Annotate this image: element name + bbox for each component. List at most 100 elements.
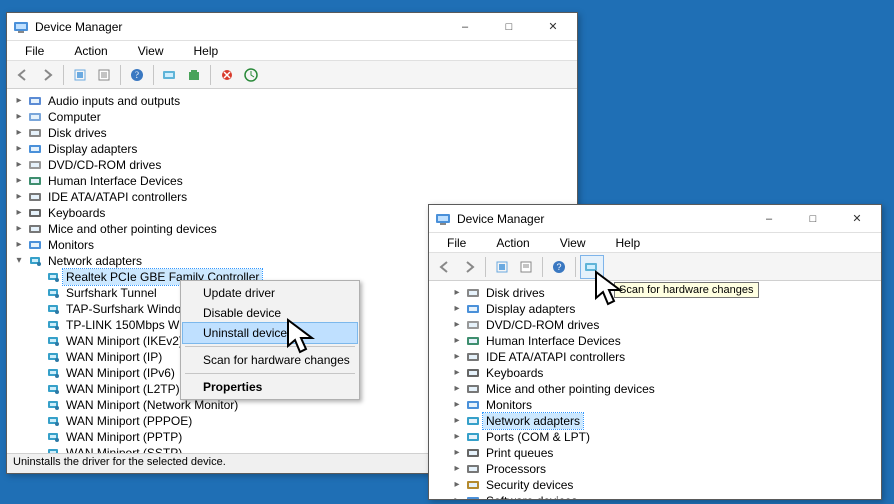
device-icon — [466, 414, 480, 428]
scan-hardware-button[interactable] — [158, 63, 182, 87]
tree-category[interactable]: ▸ Display adapters — [13, 141, 575, 157]
svg-text:?: ? — [135, 70, 139, 80]
menu-help[interactable]: Help — [602, 235, 655, 251]
expand-icon[interactable]: ▸ — [13, 223, 25, 235]
tree-category[interactable]: ▸ Computer — [13, 109, 575, 125]
tree-label: Mice and other pointing devices — [483, 381, 658, 397]
titlebar: Device Manager ‒ □ ✕ — [7, 13, 577, 41]
tree-category[interactable]: ▸ Monitors — [451, 397, 879, 413]
tree-category[interactable]: ▸ DVD/CD-ROM drives — [13, 157, 575, 173]
expand-icon[interactable]: ▸ — [451, 351, 463, 363]
properties-button[interactable] — [514, 255, 538, 279]
tree-label: Network adapters — [45, 253, 145, 269]
network-adapter-icon — [46, 366, 60, 380]
tree-label: WAN Miniport (SSTP) — [63, 445, 185, 453]
network-adapter-icon — [46, 414, 60, 428]
tree-category[interactable]: ▸ Display adapters — [451, 301, 879, 317]
ctx-update-driver[interactable]: Update driver — [183, 283, 357, 303]
expand-icon[interactable]: ▸ — [13, 159, 25, 171]
back-button[interactable] — [11, 63, 35, 87]
tree-label: DVD/CD-ROM drives — [483, 317, 602, 333]
tree-category[interactable]: ▸ Human Interface Devices — [13, 173, 575, 189]
forward-button[interactable] — [35, 63, 59, 87]
expand-icon[interactable]: ▸ — [451, 399, 463, 411]
device-icon — [466, 318, 480, 332]
tree-label: IDE ATA/ATAPI controllers — [45, 189, 190, 205]
menu-action[interactable]: Action — [482, 235, 543, 251]
tree-category[interactable]: ▸ IDE ATA/ATAPI controllers — [451, 349, 879, 365]
tree-category[interactable]: ▸ Human Interface Devices — [451, 333, 879, 349]
network-adapter-icon — [46, 334, 60, 348]
show-hidden-button[interactable] — [68, 63, 92, 87]
tree-label: Display adapters — [483, 301, 578, 317]
expand-icon[interactable]: ▸ — [451, 479, 463, 491]
expand-icon[interactable]: ▸ — [451, 447, 463, 459]
tree-label: WAN Miniport (IP) — [63, 349, 165, 365]
expand-icon[interactable]: ▸ — [13, 127, 25, 139]
expand-icon[interactable]: ▸ — [451, 495, 463, 499]
tree-category[interactable]: ▸ Mice and other pointing devices — [451, 381, 879, 397]
expand-icon[interactable]: ▸ — [13, 191, 25, 203]
tree-category[interactable]: ▸ Disk drives — [13, 125, 575, 141]
collapse-icon[interactable]: ▾ — [13, 255, 25, 267]
expand-icon[interactable]: ▸ — [451, 415, 463, 427]
tree-category[interactable]: ▸ Keyboards — [451, 365, 879, 381]
minimize-button[interactable]: ‒ — [443, 14, 487, 40]
device-tree[interactable]: ▸ Disk drives ▸ Display adapters ▸ DVD/C… — [429, 281, 881, 499]
tree-label: Keyboards — [45, 205, 108, 221]
menu-help[interactable]: Help — [180, 43, 233, 59]
window-title: Device Manager — [457, 212, 747, 226]
maximize-button[interactable]: □ — [791, 206, 835, 232]
expand-icon[interactable]: ▸ — [451, 367, 463, 379]
tree-category[interactable]: ▸ Processors — [451, 461, 879, 477]
device-icon — [28, 206, 42, 220]
expand-icon[interactable]: ▸ — [451, 303, 463, 315]
tree-category[interactable]: ▸ DVD/CD-ROM drives — [451, 317, 879, 333]
help-button[interactable]: ? — [547, 255, 571, 279]
menu-file[interactable]: File — [433, 235, 480, 251]
properties-button[interactable] — [92, 63, 116, 87]
update-green-button[interactable] — [239, 63, 263, 87]
expand-icon[interactable]: ▸ — [451, 335, 463, 347]
expand-icon[interactable]: ▸ — [451, 319, 463, 331]
uninstall-red-button[interactable] — [215, 63, 239, 87]
expand-icon[interactable]: ▸ — [13, 207, 25, 219]
ctx-properties[interactable]: Properties — [183, 377, 357, 397]
tree-label: Human Interface Devices — [45, 173, 186, 189]
expand-icon[interactable]: ▸ — [13, 175, 25, 187]
expand-icon[interactable]: ▸ — [13, 143, 25, 155]
expand-icon[interactable]: ▸ — [13, 239, 25, 251]
minimize-button[interactable]: ‒ — [747, 206, 791, 232]
maximize-button[interactable]: □ — [487, 14, 531, 40]
menu-action[interactable]: Action — [60, 43, 121, 59]
expand-icon[interactable]: ▸ — [451, 431, 463, 443]
close-button[interactable]: ✕ — [835, 206, 879, 232]
add-legacy-button[interactable] — [182, 63, 206, 87]
tree-category[interactable]: ▸ IDE ATA/ATAPI controllers — [13, 189, 575, 205]
show-hidden-button[interactable] — [490, 255, 514, 279]
scan-hardware-button[interactable] — [580, 255, 604, 279]
back-button[interactable] — [433, 255, 457, 279]
expand-icon[interactable]: ▸ — [451, 383, 463, 395]
expand-icon[interactable]: ▸ — [451, 463, 463, 475]
forward-button[interactable] — [457, 255, 481, 279]
expand-icon[interactable]: ▸ — [13, 111, 25, 123]
expand-icon[interactable]: ▸ — [451, 287, 463, 299]
ctx-disable-device[interactable]: Disable device — [183, 303, 357, 323]
tree-category[interactable]: ▸ Print queues — [451, 445, 879, 461]
expand-icon[interactable]: ▸ — [13, 95, 25, 107]
ctx-scan-hardware[interactable]: Scan for hardware changes — [183, 350, 357, 370]
tree-label: WAN Miniport (IKEv2) — [63, 333, 186, 349]
menu-file[interactable]: File — [11, 43, 58, 59]
device-icon — [466, 350, 480, 364]
menu-view[interactable]: View — [124, 43, 178, 59]
ctx-uninstall-device[interactable]: Uninstall device — [183, 323, 357, 343]
menu-view[interactable]: View — [546, 235, 600, 251]
tree-label: Surfshark Tunnel — [63, 285, 160, 301]
help-button[interactable]: ? — [125, 63, 149, 87]
tree-category[interactable]: ▸ Ports (COM & LPT) — [451, 429, 879, 445]
tree-category[interactable]: ▸ Network adapters — [451, 413, 879, 429]
tree-category[interactable]: ▸ Audio inputs and outputs — [13, 93, 575, 109]
tree-label: Monitors — [483, 397, 535, 413]
close-button[interactable]: ✕ — [531, 14, 575, 40]
